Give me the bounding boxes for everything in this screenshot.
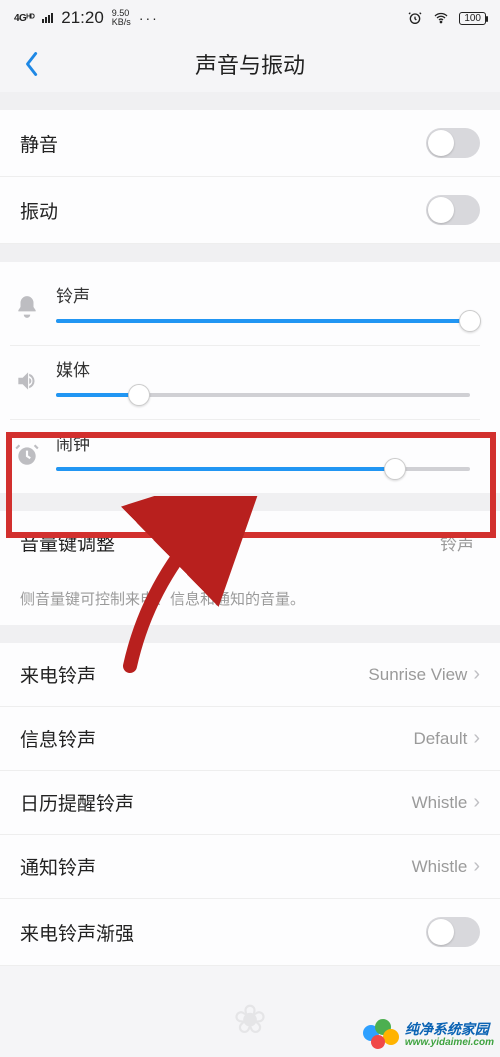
incoming-ringtone-label: 来电铃声 xyxy=(20,661,96,688)
speaker-icon xyxy=(10,364,44,398)
network-label: 4Gᴴᴰ xyxy=(14,13,34,24)
watermark-logo-icon xyxy=(363,1019,399,1051)
mute-label: 静音 xyxy=(20,130,58,157)
clock: 21:20 xyxy=(61,8,104,28)
net-speed: 9.50 KB/s xyxy=(112,9,131,27)
status-left: 4Gᴴᴰ 21:20 9.50 KB/s ··· xyxy=(14,8,159,28)
fadein-ringtone-label: 来电铃声渐强 xyxy=(20,919,134,946)
calendar-ringtone-value: Whistle xyxy=(412,793,468,813)
section-gap xyxy=(0,92,500,110)
chevron-right-icon: › xyxy=(473,663,480,686)
bell-icon xyxy=(10,290,44,324)
mute-row[interactable]: 静音 xyxy=(0,110,500,177)
wifi-icon xyxy=(433,10,449,26)
watermark: 纯净系统家园 www.yidaimei.com xyxy=(363,1019,494,1051)
incoming-ringtone-row[interactable]: 来电铃声 Sunrise View › xyxy=(0,643,500,707)
message-ringtone-value: Default xyxy=(413,729,467,749)
fadein-toggle[interactable] xyxy=(426,917,480,947)
media-slider-row: 媒体 xyxy=(10,346,480,420)
message-ringtone-row[interactable]: 信息铃声 Default › xyxy=(0,707,500,771)
calendar-ringtone-label: 日历提醒铃声 xyxy=(20,789,134,816)
vibrate-toggle[interactable] xyxy=(426,195,480,225)
battery-icon: 100 xyxy=(459,12,486,25)
mute-toggle[interactable] xyxy=(426,128,480,158)
fadein-ringtone-row[interactable]: 来电铃声渐强 xyxy=(0,899,500,966)
back-chevron-icon xyxy=(23,50,39,78)
chevron-right-icon: › xyxy=(473,727,480,750)
watermark-text: 纯净系统家园 www.yidaimei.com xyxy=(405,1022,494,1048)
page-header: 声音与振动 xyxy=(0,36,500,92)
volume-key-label: 音量键调整 xyxy=(20,529,115,556)
section-gap xyxy=(0,493,500,511)
page-title: 声音与振动 xyxy=(195,48,305,80)
section-gap xyxy=(0,625,500,643)
alarm-icon xyxy=(10,438,44,472)
ringtone-slider-row: 铃声 xyxy=(10,272,480,346)
notify-ringtone-label: 通知铃声 xyxy=(20,853,96,880)
section-gap xyxy=(0,244,500,262)
volume-key-desc: 侧音量键可控制来电、信息和通知的音量。 xyxy=(20,591,305,608)
status-bar: 4Gᴴᴰ 21:20 9.50 KB/s ··· 100 xyxy=(0,0,500,36)
chevron-right-icon: › xyxy=(473,855,480,878)
alarm-slider[interactable] xyxy=(56,467,470,471)
watermark-faint-icon: ❀ xyxy=(233,997,267,1043)
volume-key-row[interactable]: 音量键调整 铃声 xyxy=(0,511,500,574)
vibrate-row[interactable]: 振动 xyxy=(0,177,500,244)
more-dots-icon: ··· xyxy=(139,10,159,26)
back-button[interactable] xyxy=(16,49,46,79)
alarm-slider-label: 闹钟 xyxy=(56,430,480,455)
notify-ringtone-row[interactable]: 通知铃声 Whistle › xyxy=(0,835,500,899)
chevron-right-icon: › xyxy=(473,791,480,814)
signal-icon xyxy=(42,13,53,23)
incoming-ringtone-value: Sunrise View xyxy=(368,665,467,685)
volume-key-value: 铃声 xyxy=(440,530,474,555)
status-right: 100 xyxy=(407,10,486,26)
calendar-ringtone-row[interactable]: 日历提醒铃声 Whistle › xyxy=(0,771,500,835)
volume-key-desc-row: 侧音量键可控制来电、信息和通知的音量。 xyxy=(0,574,500,625)
volume-sliders: 铃声 媒体 闹钟 xyxy=(0,262,500,493)
message-ringtone-label: 信息铃声 xyxy=(20,725,96,752)
ringtone-slider-label: 铃声 xyxy=(56,282,480,307)
media-slider[interactable] xyxy=(56,393,470,397)
alarm-slider-row: 闹钟 xyxy=(10,420,480,493)
ringtone-slider[interactable] xyxy=(56,319,470,323)
vibrate-label: 振动 xyxy=(20,197,58,224)
notify-ringtone-value: Whistle xyxy=(412,857,468,877)
alarm-status-icon xyxy=(407,10,423,26)
media-slider-label: 媒体 xyxy=(56,356,480,381)
